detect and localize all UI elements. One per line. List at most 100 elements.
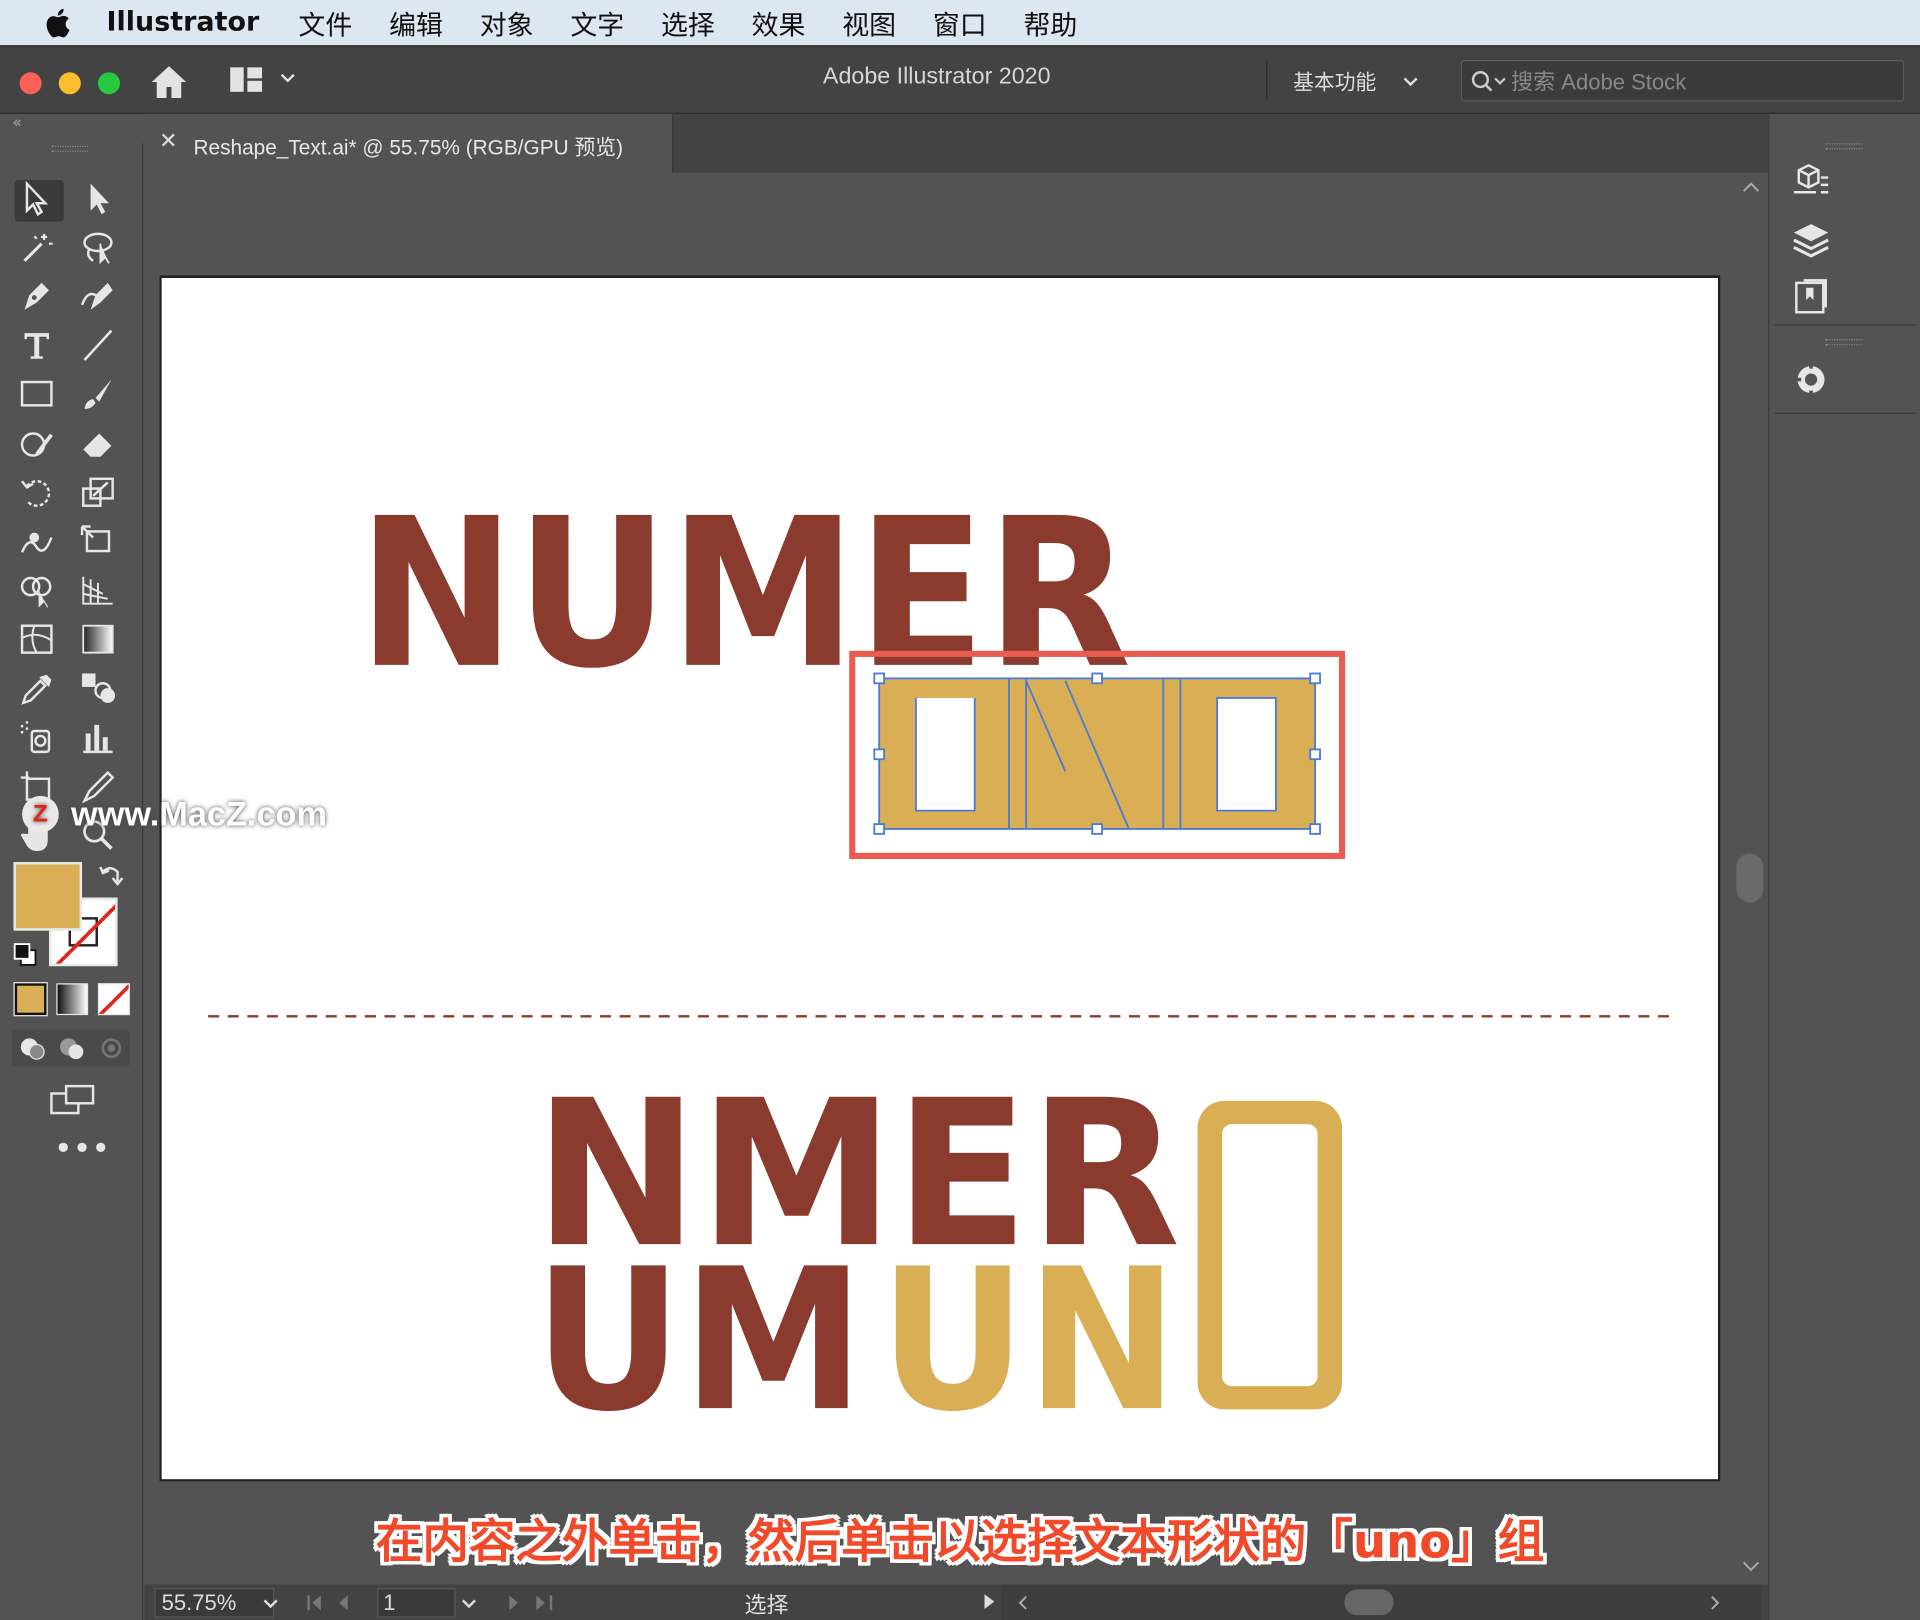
- paintbrush-tool[interactable]: [78, 376, 127, 418]
- eyedropper-icon: [21, 674, 52, 705]
- artboard-number-field[interactable]: 1: [377, 1588, 456, 1618]
- chevron-down-icon[interactable]: [262, 1597, 279, 1612]
- perspective-grid-tool[interactable]: [78, 572, 127, 614]
- gradient-tool[interactable]: [78, 621, 127, 663]
- warp-icon: [20, 532, 53, 553]
- rectangle-tool[interactable]: [17, 376, 66, 418]
- curvature-tool[interactable]: [78, 278, 127, 320]
- line-segment-tool[interactable]: [78, 327, 127, 369]
- blend-icon: [82, 673, 116, 703]
- close-window-button[interactable]: [19, 72, 42, 95]
- perspective-grid-icon: [82, 576, 113, 605]
- draw-normal-icon[interactable]: [17, 1032, 49, 1064]
- chevron-down-icon[interactable]: [460, 1597, 477, 1612]
- libraries-panel-icon[interactable]: [1789, 276, 1833, 318]
- menu-edit[interactable]: 编辑: [389, 3, 443, 42]
- numero-uno-lockup[interactable]: NMER UM UN: [534, 1056, 1343, 1455]
- stock-search-input[interactable]: [1511, 64, 1891, 100]
- artboard-nav-prev-icons[interactable]: [306, 1594, 367, 1611]
- app-title: Adobe Illustrator 2020: [822, 63, 1051, 90]
- close-tab-icon[interactable]: ✕: [159, 129, 177, 155]
- draw-behind-icon[interactable]: [56, 1032, 88, 1064]
- none-mode-button[interactable]: [97, 983, 130, 1016]
- menu-file[interactable]: 文件: [298, 3, 352, 42]
- default-colors-icon[interactable]: [12, 942, 39, 969]
- swap-colors-icon[interactable]: [98, 862, 125, 889]
- scroll-left-icon[interactable]: [1016, 1594, 1028, 1611]
- magic-wand-tool[interactable]: [17, 229, 66, 271]
- vertical-scrollbar[interactable]: [1733, 172, 1769, 1585]
- change-screen-mode-icon[interactable]: [49, 1084, 96, 1118]
- panel-grip[interactable]: [1825, 143, 1863, 150]
- menu-window[interactable]: 窗口: [933, 3, 987, 42]
- symbol-sprayer-tool[interactable]: [17, 719, 66, 761]
- direct-selection-tool[interactable]: [78, 180, 127, 222]
- column-graph-tool[interactable]: [78, 719, 127, 761]
- scale-icon: [82, 477, 114, 507]
- shape-builder-tool[interactable]: [17, 572, 66, 614]
- rotate-icon: [21, 480, 51, 507]
- lasso-tool[interactable]: [78, 229, 127, 271]
- minimize-window-button[interactable]: [58, 72, 81, 95]
- mesh-icon: [20, 624, 53, 654]
- divider: [1774, 412, 1917, 414]
- menu-view[interactable]: 视图: [842, 3, 896, 42]
- collapse-toolbar-icon[interactable]: «: [12, 114, 22, 143]
- arrange-documents-icon[interactable]: [229, 66, 263, 93]
- chevron-down-icon[interactable]: [279, 70, 296, 87]
- rotate-tool[interactable]: [17, 474, 66, 516]
- large-o-counter: [1222, 1124, 1318, 1387]
- zoom-window-button[interactable]: [97, 72, 121, 95]
- mac-menu-bar: Illustrator 文件 编辑 对象 文字 选择 效果 视图 窗口 帮助: [0, 0, 1920, 46]
- menu-effect[interactable]: 效果: [752, 3, 806, 42]
- type-tool[interactable]: [17, 327, 66, 369]
- eyedropper-tool[interactable]: [17, 670, 66, 712]
- zoom-level-field[interactable]: 55.75%: [154, 1588, 275, 1618]
- blend-tool[interactable]: [78, 670, 127, 712]
- uno-selected-group[interactable]: [849, 650, 1346, 859]
- artboard[interactable]: NUMER NMER UM UN: [159, 275, 1721, 1482]
- shaper-tool[interactable]: [17, 425, 66, 467]
- curvature-pen-icon: [80, 282, 113, 310]
- artboard-nav-next-icons[interactable]: [502, 1594, 563, 1611]
- scale-tool[interactable]: [78, 474, 127, 516]
- gradient-mode-button[interactable]: [56, 983, 89, 1016]
- status-tool-mode: 选择: [744, 1593, 789, 1618]
- pen-tool[interactable]: [17, 278, 66, 320]
- vertical-scroll-thumb[interactable]: [1736, 853, 1764, 903]
- chevron-down-icon[interactable]: [1402, 73, 1419, 90]
- home-icon[interactable]: [149, 64, 188, 101]
- horizontal-scroll-thumb[interactable]: [1344, 1589, 1394, 1616]
- panel-grip[interactable]: [1825, 339, 1863, 346]
- scroll-right-icon[interactable]: [1709, 1594, 1721, 1611]
- menu-app-name[interactable]: Illustrator: [107, 7, 260, 38]
- selection-tool[interactable]: [14, 180, 64, 222]
- selection-arrow-icon: [25, 180, 49, 217]
- type-t-icon: [24, 333, 49, 359]
- scroll-up-icon[interactable]: [1741, 180, 1761, 195]
- menu-object[interactable]: 对象: [480, 3, 534, 42]
- edit-toolbar-more-icon[interactable]: •••: [54, 1134, 110, 1166]
- color-mode-button[interactable]: [13, 982, 48, 1017]
- status-menu-arrow-icon[interactable]: [982, 1593, 997, 1610]
- properties-panel-icon[interactable]: [1789, 160, 1833, 202]
- warp-tool[interactable]: [17, 523, 66, 565]
- workspace-switcher[interactable]: 基本功能: [1293, 65, 1376, 95]
- mesh-tool[interactable]: [17, 621, 66, 663]
- apple-icon[interactable]: [40, 4, 77, 41]
- panel-grip[interactable]: [51, 145, 89, 152]
- app-window: Illustrator 文件 编辑 对象 文字 选择 效果 视图 窗口 帮助 A…: [0, 0, 1920, 1620]
- horizontal-scrollbar[interactable]: [1001, 1584, 1761, 1620]
- appearance-panel-icon[interactable]: [1789, 359, 1833, 401]
- eraser-tool[interactable]: [78, 425, 127, 467]
- draw-inside-icon[interactable]: [96, 1032, 128, 1064]
- menu-help[interactable]: 帮助: [1023, 3, 1077, 42]
- document-tab[interactable]: ✕ Reshape_Text.ai* @ 55.75% (RGB/GPU 预览): [144, 113, 674, 173]
- menu-select[interactable]: 选择: [661, 3, 715, 42]
- fill-color-swatch[interactable]: [13, 862, 83, 931]
- free-transform-tool[interactable]: [78, 523, 127, 565]
- menu-type[interactable]: 文字: [570, 3, 624, 42]
- watermark-logo-icon: Z: [22, 795, 59, 833]
- search-icon[interactable]: [1469, 69, 1508, 96]
- layers-panel-icon[interactable]: [1789, 219, 1833, 261]
